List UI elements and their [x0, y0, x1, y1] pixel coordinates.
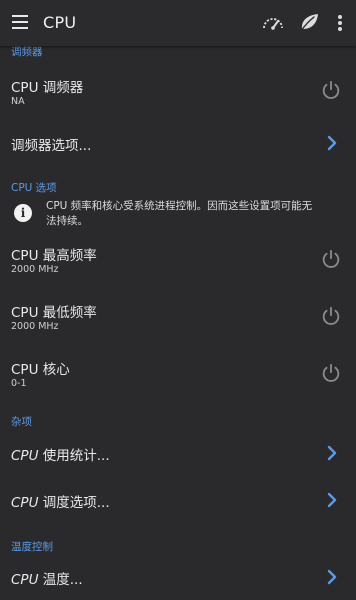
chevron-right-icon [327, 569, 337, 585]
cpu-min-freq-row[interactable]: CPU 最低频率 2000 MHz [0, 291, 356, 347]
settings-list: 调频器 CPU 调频器 NA 调频器选项... CPU 选项 i CPU 频率和… [0, 0, 356, 600]
section-header-governor: 调频器 [11, 46, 43, 58]
cpu-max-freq-value: 2000 MHz [11, 264, 59, 275]
cpu-governor-title: CPU 调频器 [11, 80, 84, 96]
cpu-max-freq-row[interactable]: CPU 最高频率 2000 MHz [0, 234, 356, 290]
chevron-right-icon [327, 492, 337, 508]
app-bar: CPU [0, 0, 356, 46]
cpu-max-freq-title: CPU 最高频率 [11, 248, 97, 264]
cpu-min-freq-title: CPU 最低频率 [11, 305, 97, 321]
power-toggle-icon[interactable] [320, 79, 342, 101]
cpu-cores-row[interactable]: CPU 核心 0-1 [0, 348, 356, 404]
power-toggle-icon[interactable] [320, 305, 342, 327]
hamburger-menu-icon[interactable] [12, 15, 28, 29]
cpu-usage-stats-row[interactable]: CPU 使用统计... [0, 434, 356, 474]
cpu-governor-value: NA [11, 96, 25, 107]
speedometer-icon[interactable] [262, 13, 284, 31]
chevron-right-icon [327, 135, 337, 151]
chevron-right-icon [327, 445, 337, 461]
cpu-temperature-row[interactable]: CPU 温度... [0, 558, 356, 598]
more-vert-icon[interactable] [337, 14, 343, 32]
power-toggle-icon[interactable] [320, 362, 342, 384]
info-note: i CPU 频率和核心受系统进程控制。因而这些设置项可能无法持续。 [0, 198, 356, 232]
cpu-governor-row[interactable]: CPU 调频器 NA [0, 66, 356, 122]
section-header-misc: 杂项 [11, 416, 32, 428]
section-header-cpu-options: CPU 选项 [11, 182, 57, 194]
info-text: CPU 频率和核心受系统进程控制。因而这些设置项可能无法持续。 [46, 200, 313, 227]
info-icon: i [14, 204, 32, 222]
cpu-scheduler-title: CPU 调度选项... [11, 495, 110, 511]
cpu-scheduler-row[interactable]: CPU 调度选项... [0, 481, 356, 521]
page-title: CPU [43, 13, 77, 32]
cpu-cores-title: CPU 核心 [11, 362, 70, 378]
governor-options-row[interactable]: 调频器选项... [0, 124, 356, 164]
power-toggle-icon[interactable] [320, 248, 342, 270]
cpu-cores-value: 0-1 [11, 378, 27, 389]
cpu-usage-stats-title: CPU 使用统计... [11, 448, 110, 464]
cpu-min-freq-value: 2000 MHz [11, 321, 59, 332]
section-header-thermal: 温度控制 [11, 541, 53, 553]
leaf-icon[interactable] [298, 12, 320, 32]
governor-options-title: 调频器选项... [11, 138, 92, 154]
cpu-temperature-title: CPU 温度... [11, 572, 83, 588]
